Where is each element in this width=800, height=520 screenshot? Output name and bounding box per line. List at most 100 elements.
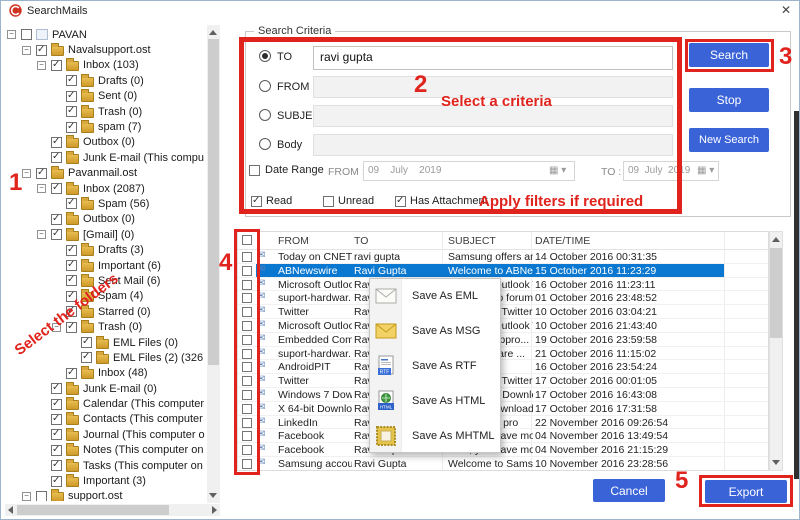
row-checkbox[interactable] [242, 418, 252, 428]
folder-checkbox[interactable] [51, 137, 62, 148]
row-checkbox[interactable] [242, 321, 252, 331]
table-row[interactable]: ✉ABNewswireRavi GuptaWelcome to ABNew15 … [238, 264, 768, 278]
expander-icon[interactable]: − [22, 169, 31, 178]
tree-item[interactable]: Notes (This computer on [5, 443, 207, 458]
date-from-field[interactable]: 09 July 2019 [363, 161, 575, 181]
folder-checkbox[interactable] [51, 229, 62, 240]
row-checkbox[interactable] [242, 390, 252, 400]
new-search-button[interactable]: New Search [689, 128, 769, 152]
table-row[interactable]: ✉FacebookRavi GuptaRavi, you have more..… [238, 443, 768, 457]
tree-item[interactable]: Outbox (0) [5, 212, 207, 227]
tree-vscroll-thumb[interactable] [208, 39, 219, 365]
tree-item[interactable]: Journal (This computer o [5, 427, 207, 442]
folder-checkbox[interactable] [51, 152, 62, 163]
tree-item[interactable]: Tasks (This computer on [5, 458, 207, 473]
table-row[interactable]: ✉suport-hardwar...Ravi GuptaWelcome to f… [238, 291, 768, 305]
criteria-radio-to[interactable] [259, 50, 271, 62]
folder-checkbox[interactable] [51, 60, 62, 71]
criteria-input-body[interactable] [313, 134, 673, 156]
tree-item[interactable]: Trash (0) [5, 104, 207, 119]
export-button[interactable]: Export [705, 480, 787, 503]
scroll-left-icon[interactable] [8, 506, 13, 514]
row-checkbox[interactable] [242, 376, 252, 386]
tree-item[interactable]: −Inbox (2087) [5, 181, 207, 196]
row-checkbox[interactable] [242, 459, 252, 469]
column-header-from[interactable]: FROM [278, 235, 309, 247]
folder-checkbox[interactable] [36, 168, 47, 179]
folder-checkbox[interactable] [51, 476, 62, 487]
row-checkbox[interactable] [242, 335, 252, 345]
table-row[interactable]: ✉Windows 7 Dow...Ravi GuptaWindows 7 Dow… [238, 388, 768, 402]
table-row[interactable]: ✉suport-hardwar...Ravi GuptaNew Software… [238, 347, 768, 361]
stop-button[interactable]: Stop [689, 88, 769, 112]
tree-item[interactable]: Sent (0) [5, 89, 207, 104]
tree-item[interactable]: −support.ost [5, 489, 207, 501]
menu-item-save-as-msg[interactable]: Save As MSG [370, 314, 500, 349]
tree-item[interactable]: Junk E-mail (This compu [5, 150, 207, 165]
scroll-right-icon[interactable] [212, 506, 217, 514]
folder-checkbox[interactable] [51, 399, 62, 410]
folder-checkbox[interactable] [66, 75, 77, 86]
table-row[interactable]: ✉Embedded Com...Ravi GuptaLetter for App… [238, 333, 768, 347]
tree-item[interactable]: −Navalsupport.ost [5, 42, 207, 57]
filter-checkbox-has-attachment[interactable] [395, 196, 406, 207]
tree-item[interactable]: spam (7) [5, 119, 207, 134]
row-checkbox[interactable] [242, 445, 252, 455]
table-vscroll-thumb[interactable] [770, 248, 782, 338]
tree-item[interactable]: Calendar (This computer [5, 396, 207, 411]
tree-item[interactable]: Important (6) [5, 258, 207, 273]
scroll-up-icon[interactable] [772, 237, 780, 242]
table-row[interactable]: ✉FacebookRavi GuptaRavi, you have more..… [238, 429, 768, 443]
folder-checkbox[interactable] [81, 352, 92, 363]
tree-item[interactable]: −Inbox (103) [5, 58, 207, 73]
folder-checkbox[interactable] [51, 429, 62, 440]
table-row[interactable]: ✉AndroidPITRavi GuptaAndroid16 October 2… [238, 360, 768, 374]
tree-item[interactable]: Drafts (3) [5, 242, 207, 257]
criteria-radio-subject[interactable] [259, 109, 271, 121]
row-checkbox[interactable] [242, 266, 252, 276]
column-header-to[interactable]: TO [354, 235, 368, 247]
folder-checkbox[interactable] [66, 368, 77, 379]
folder-checkbox[interactable] [51, 414, 62, 425]
tree-item[interactable]: Junk E-mail (0) [5, 381, 207, 396]
scroll-down-icon[interactable] [772, 460, 780, 465]
expander-icon[interactable]: − [37, 184, 46, 193]
row-checkbox[interactable] [242, 293, 252, 303]
table-row[interactable]: ✉Microsoft OutlookRavi GuptaMicrosoft Ou… [238, 278, 768, 292]
scroll-down-icon[interactable] [209, 493, 217, 498]
table-row[interactable]: ✉X 64-bit DownloadRavi GuptaX 64-bit Dow… [238, 402, 768, 416]
row-checkbox[interactable] [242, 280, 252, 290]
table-row[interactable]: ✉TwitterRavi GuptaPopular on Twitter ...… [238, 374, 768, 388]
folder-checkbox[interactable] [66, 245, 77, 256]
tree-item[interactable]: Inbox (48) [5, 366, 207, 381]
folder-checkbox[interactable] [51, 383, 62, 394]
row-checkbox[interactable] [242, 307, 252, 317]
tree-item[interactable]: EML Files (2) (326 [5, 350, 207, 365]
folder-checkbox[interactable] [66, 198, 77, 209]
filter-checkbox-unread[interactable] [323, 196, 334, 207]
table-row[interactable]: ✉Today on CNETravi guptaSamsung offers a… [238, 250, 768, 264]
folder-checkbox[interactable] [66, 91, 77, 102]
tree-item[interactable]: Contacts (This computer [5, 412, 207, 427]
folder-checkbox[interactable] [21, 29, 32, 40]
expander-icon[interactable]: − [7, 30, 16, 39]
folder-checkbox[interactable] [51, 214, 62, 225]
folder-checkbox[interactable] [66, 106, 77, 117]
tree-item[interactable]: Spam (56) [5, 196, 207, 211]
table-row[interactable]: ✉LinkedInRavi GuptaYou have 2 pro22 Nove… [238, 416, 768, 430]
table-row[interactable]: ✉Microsoft OutlookRavi GuptaMicrosoft Ou… [238, 319, 768, 333]
date-range-checkbox[interactable] [249, 165, 260, 176]
tree-item[interactable]: Drafts (0) [5, 73, 207, 88]
scroll-up-icon[interactable] [209, 30, 217, 35]
table-row[interactable]: ✉TwitterRavi GuptaPopular on Twitter ...… [238, 305, 768, 319]
search-button[interactable]: Search [689, 43, 769, 67]
row-checkbox[interactable] [242, 431, 252, 441]
close-icon[interactable]: ✕ [781, 3, 791, 17]
column-header-subject[interactable]: SUBJECT [448, 235, 496, 247]
expander-icon[interactable]: − [22, 46, 31, 55]
tree-item[interactable]: −Pavanmail.ost [5, 166, 207, 181]
folder-checkbox[interactable] [51, 460, 62, 471]
tree-item[interactable]: Important (3) [5, 473, 207, 488]
calendar-dropdown-icon[interactable]: ▦ ▾ [697, 165, 714, 176]
tree-item[interactable]: Starred (0) [5, 304, 207, 319]
